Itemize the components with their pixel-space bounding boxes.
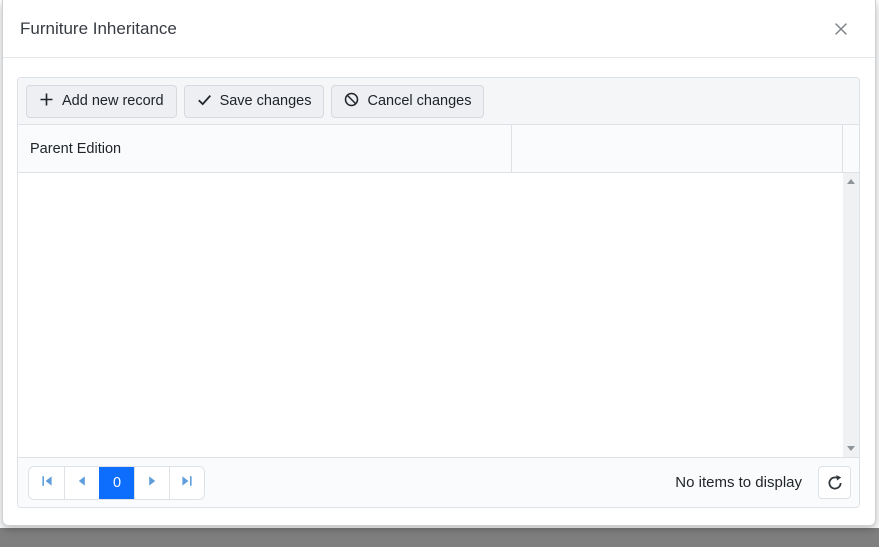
data-grid: Add new record Save changes xyxy=(17,77,860,508)
grid-header-row: Parent Edition xyxy=(18,125,859,173)
column-header-parent-edition[interactable]: Parent Edition xyxy=(18,125,512,172)
save-changes-button[interactable]: Save changes xyxy=(184,85,325,118)
page-background-bar xyxy=(0,528,879,547)
arrow-right-icon xyxy=(146,475,158,490)
cancel-changes-button[interactable]: Cancel changes xyxy=(331,85,484,118)
scroll-up-icon[interactable] xyxy=(847,179,855,184)
add-new-record-label: Add new record xyxy=(62,93,164,109)
pager-status: No items to display xyxy=(675,474,802,491)
previous-page-button[interactable] xyxy=(64,467,99,499)
first-page-button[interactable] xyxy=(29,467,64,499)
refresh-icon xyxy=(826,474,844,492)
close-button[interactable] xyxy=(830,18,852,40)
save-changes-label: Save changes xyxy=(220,93,312,109)
dialog-body: Add new record Save changes xyxy=(3,58,875,526)
furniture-inheritance-dialog: Furniture Inheritance Add new record xyxy=(2,0,876,526)
grid-pager: 0 xyxy=(18,457,859,507)
dialog-title: Furniture Inheritance xyxy=(20,19,177,39)
cancel-changes-label: Cancel changes xyxy=(367,93,471,109)
grid-body-empty-area xyxy=(18,173,843,457)
vertical-scrollbar[interactable] xyxy=(843,173,859,457)
last-page-button[interactable] xyxy=(169,467,204,499)
next-page-button[interactable] xyxy=(134,467,169,499)
refresh-button[interactable] xyxy=(818,466,851,499)
check-icon xyxy=(197,92,212,111)
add-new-record-button[interactable]: Add new record xyxy=(26,85,177,118)
grid-body xyxy=(18,173,859,457)
dialog-titlebar: Furniture Inheritance xyxy=(3,0,875,58)
scroll-down-icon[interactable] xyxy=(847,446,855,451)
pager-info-area: No items to display xyxy=(675,466,851,499)
seek-last-icon xyxy=(181,475,193,490)
column-header-empty xyxy=(512,125,843,172)
seek-first-icon xyxy=(41,475,53,490)
arrow-left-icon xyxy=(76,475,88,490)
grid-toolbar: Add new record Save changes xyxy=(18,78,859,125)
current-page-button[interactable]: 0 xyxy=(99,467,134,499)
close-icon xyxy=(834,24,848,39)
ban-icon xyxy=(344,92,359,111)
column-header-label: Parent Edition xyxy=(30,141,121,157)
pager-button-group: 0 xyxy=(28,466,205,500)
plus-icon xyxy=(39,92,54,111)
header-scrollbar-spacer xyxy=(843,125,859,172)
